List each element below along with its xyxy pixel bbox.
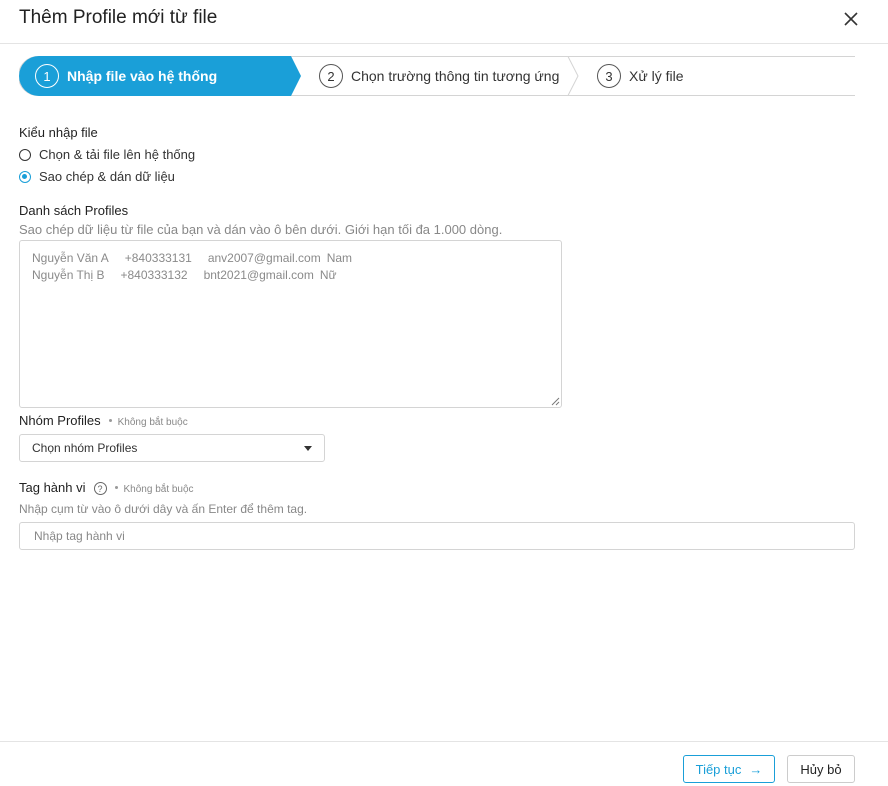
row-gender: Nam — [326, 251, 353, 265]
dialog-header: Thêm Profile mới từ file — [0, 0, 888, 44]
resize-handle-icon[interactable] — [551, 397, 560, 406]
profiles-list-hint: Sao chép dữ liệu từ file của bạn và dán … — [19, 222, 503, 237]
radio-paste-data-label: Sao chép & dán dữ liệu — [39, 169, 175, 184]
step-1-number: 1 — [35, 64, 59, 88]
behavior-tag-label-row: Tag hành vi? Không bắt buộc — [19, 480, 194, 496]
profiles-list-label: Danh sách Profiles — [19, 203, 129, 218]
step-1-label: Nhập file vào hệ thống — [67, 68, 218, 84]
radio-upload-file-label: Chọn & tải file lên hệ thống — [39, 147, 196, 162]
help-icon[interactable]: ? — [93, 482, 107, 496]
radio-button[interactable] — [19, 148, 31, 161]
step-2-number: 2 — [319, 64, 343, 88]
dialog-title: Thêm Profile mới từ file — [19, 7, 218, 28]
behavior-tag-label: Tag hành vi — [19, 480, 86, 495]
wizard-stepper: 1 Nhập file vào hệ thống 2 Chọn trường t… — [19, 56, 855, 96]
row-phone: +840333132 — [120, 268, 188, 282]
textarea-line: Nguyễn Văn A +840333131 anv2007@gmail.com N… — [32, 250, 549, 267]
textarea-line: Nguyễn Thị B +840333132 bnt2021@gmail.com N… — [32, 267, 549, 284]
profile-group-select-value: Chọn nhóm Profiles — [32, 441, 138, 455]
separator-dot — [114, 486, 118, 490]
radio-button-checked[interactable] — [19, 170, 31, 183]
cancel-button-label: Hủy bỏ — [800, 761, 842, 777]
radio-paste-data[interactable]: Sao chép & dán dữ liệu — [19, 169, 175, 184]
step-3-label: Xử lý file — [629, 68, 684, 84]
row-gender: Nữ — [319, 268, 337, 282]
optional-text: Không bắt buộc — [123, 484, 194, 495]
step-2-label: Chọn trường thông tin tương ứng — [351, 68, 560, 84]
step-3[interactable]: 3 Xử lý file — [597, 56, 684, 96]
behavior-tag-hint: Nhập cụm từ vào ô dưới dây và ấn Enter đ… — [19, 502, 308, 516]
row-email: anv2007@gmail.com — [207, 251, 321, 265]
next-button-label: Tiếp tục — [695, 761, 742, 777]
caret-down-icon — [304, 445, 312, 451]
row-phone: +840333131 — [124, 251, 192, 265]
row-email: bnt2021@gmail.com — [203, 268, 314, 282]
profiles-textarea[interactable]: Nguyễn Văn A +840333131 anv2007@gmail.com N… — [19, 240, 562, 408]
step-1[interactable]: 1 Nhập file vào hệ thống — [35, 56, 217, 96]
dialog-footer: Tiếp tục → Hủy bỏ — [0, 741, 888, 786]
radio-upload-file[interactable]: Chọn & tải file lên hệ thống — [19, 147, 195, 162]
separator-dot — [108, 419, 112, 423]
profile-group-label: Nhóm Profiles — [19, 413, 101, 428]
behavior-tag-input[interactable] — [19, 522, 855, 550]
row-name: Nguyễn Thị B — [32, 268, 105, 282]
cancel-button[interactable]: Hủy bỏ — [787, 755, 855, 783]
optional-text: Không bắt buộc — [117, 417, 188, 428]
profile-group-label-row: Nhóm Profiles Không bắt buộc — [19, 413, 188, 428]
step-2[interactable]: 2 Chọn trường thông tin tương ứng — [319, 56, 559, 96]
import-type-label: Kiểu nhập file — [19, 125, 98, 140]
next-button[interactable]: Tiếp tục → — [683, 755, 775, 783]
close-icon[interactable] — [840, 8, 862, 30]
row-name: Nguyễn Văn A — [32, 251, 109, 265]
arrow-right-icon: → — [749, 761, 763, 777]
step-3-number: 3 — [597, 64, 621, 88]
profile-group-select[interactable]: Chọn nhóm Profiles — [19, 434, 325, 462]
